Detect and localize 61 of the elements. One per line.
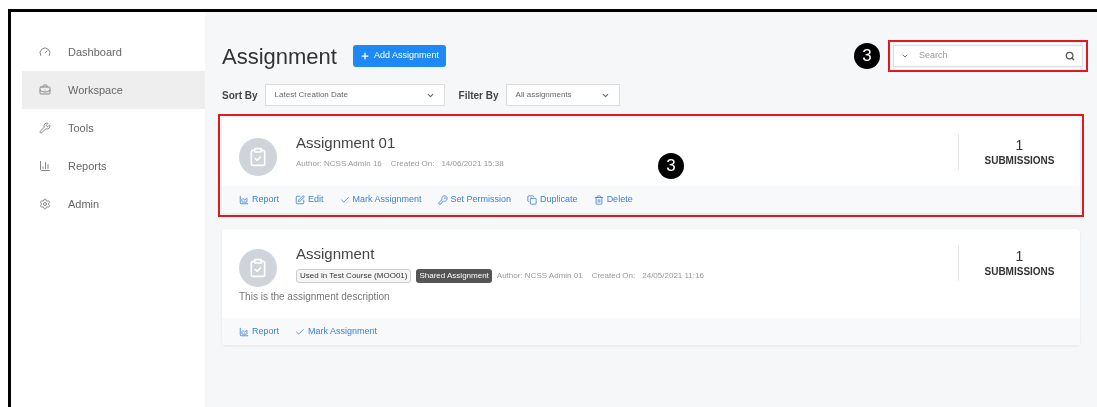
action-link[interactable]: Mark Assignment xyxy=(339,192,422,207)
created-label: Created On: xyxy=(390,157,435,170)
check-icon xyxy=(339,194,350,205)
plus-icon xyxy=(359,51,370,61)
callout-badge: 3 xyxy=(854,43,880,69)
search-icon xyxy=(1065,51,1075,61)
gauge-icon xyxy=(39,46,51,58)
action-link[interactable]: Duplicate xyxy=(527,192,578,207)
submissions-label: SUBMISSIONS xyxy=(984,153,1055,168)
wrench-icon xyxy=(39,122,51,134)
sidebar-label: Workspace xyxy=(68,82,123,98)
briefcase-icon xyxy=(39,84,51,96)
sidebar-label: Tools xyxy=(68,120,94,136)
assignment-title[interactable]: Assignment xyxy=(296,243,704,266)
search-input[interactable]: Search xyxy=(919,49,1055,63)
sidebar-item[interactable]: Workspace xyxy=(22,71,205,109)
action-link[interactable]: Set Permission xyxy=(437,192,512,207)
sidebar-item[interactable]: Dashboard xyxy=(22,33,205,71)
check-icon xyxy=(295,326,305,337)
assignment-title[interactable]: Assignment 01 xyxy=(296,132,504,155)
sidebar-item[interactable]: Admin xyxy=(22,185,205,223)
area-chart-icon xyxy=(239,194,249,205)
submission-count: 1 xyxy=(1015,247,1024,264)
area-chart-icon xyxy=(239,326,249,337)
author-text: Author: NCSS Admin 01 xyxy=(496,269,583,282)
submission-count: 1 xyxy=(1015,136,1024,153)
callout-badge: 3 xyxy=(658,153,684,179)
action-link[interactable]: Mark Assignment xyxy=(295,324,378,339)
clipboard-avatar-icon xyxy=(239,249,277,287)
clipboard-avatar-icon xyxy=(239,138,277,176)
sort-label: Sort By xyxy=(222,88,258,103)
search-bar[interactable]: Search xyxy=(893,45,1083,67)
sidebar-item[interactable]: Tools xyxy=(22,109,205,147)
action-link[interactable]: Delete xyxy=(593,192,633,207)
action-link[interactable]: Report xyxy=(239,324,279,339)
key-icon xyxy=(437,194,448,205)
sort-dropdown[interactable]: Latest Creation Date xyxy=(264,84,445,106)
author-text: Author: NCSS Admin 16 xyxy=(296,157,382,170)
created-date: 14/06/2021 15:38 xyxy=(441,157,504,170)
sidebar-item[interactable]: Reports xyxy=(22,147,205,185)
filter-dropdown[interactable]: All assignments xyxy=(505,84,620,106)
settings-icon xyxy=(39,198,51,210)
chevron-down-icon xyxy=(901,52,909,60)
trash-icon xyxy=(593,194,604,205)
bar-chart-icon xyxy=(39,160,51,172)
submissions-label: SUBMISSIONS xyxy=(984,264,1055,279)
created-label: Created On: xyxy=(591,269,636,282)
action-link[interactable]: Edit xyxy=(295,192,324,207)
edit-icon xyxy=(295,194,305,205)
sidebar-label: Admin xyxy=(68,196,100,212)
copy-icon xyxy=(527,194,538,205)
sidebar-label: Dashboard xyxy=(68,44,122,60)
sidebar-label: Reports xyxy=(68,158,107,174)
assignment-description: This is the assignment description xyxy=(238,290,391,304)
page-title: Assignment xyxy=(222,42,337,71)
action-link[interactable]: Report xyxy=(239,192,279,207)
shared-tag: Shared Assignment xyxy=(416,268,492,283)
created-date: 24/05/2021 11:16 xyxy=(642,269,704,282)
add-assignment-button[interactable]: Add Assignment xyxy=(352,45,446,67)
course-tag: Used in Test Course (MOO01) xyxy=(296,268,412,283)
filter-label: Filter By xyxy=(458,88,499,103)
